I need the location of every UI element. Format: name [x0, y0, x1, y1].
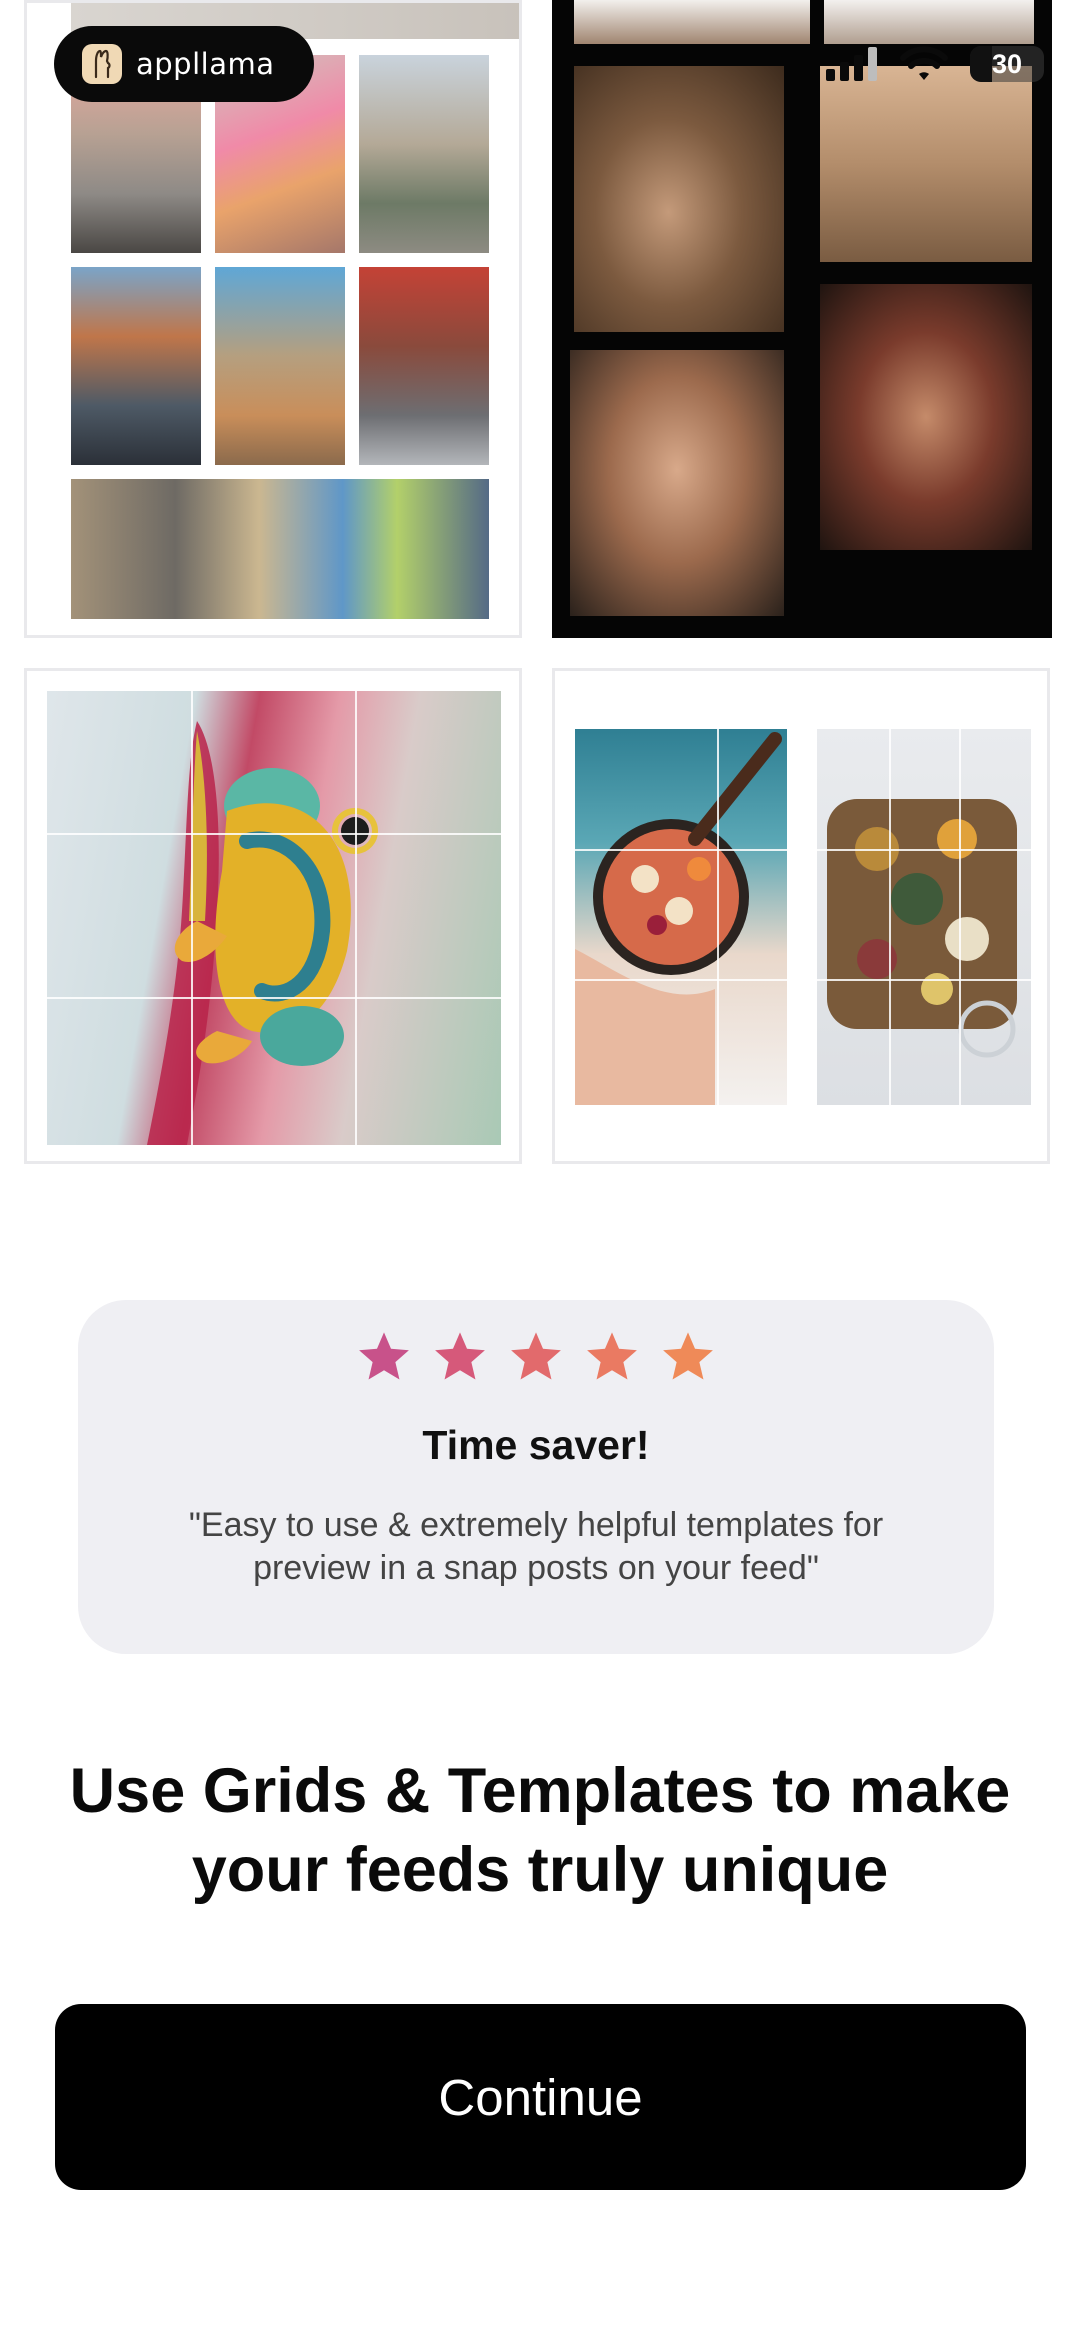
platter-photo — [817, 729, 1031, 1105]
review-title: Time saver! — [422, 1422, 650, 1468]
status-bar: 30 — [826, 46, 1044, 82]
portrait-photo — [820, 66, 1032, 262]
portrait-photo — [824, 0, 1034, 44]
review-card: Time saver! "Easy to use & extremely hel… — [78, 1300, 994, 1654]
star-icon — [511, 1332, 561, 1380]
frog-photo — [47, 691, 501, 1145]
bowl-photo — [575, 729, 787, 1105]
battery-percent: 30 — [991, 48, 1023, 79]
logo: appllama — [54, 26, 314, 102]
star-icon — [435, 1332, 485, 1380]
battery-fill — [970, 46, 993, 82]
headline: Use Grids & Templates to make your feeds… — [69, 1756, 1011, 1905]
portrait-photo — [820, 284, 1032, 550]
battery-icon: 30 — [970, 46, 1044, 82]
template-food-grid[interactable] — [552, 668, 1050, 1164]
cellular-signal-icon — [826, 47, 877, 81]
city-photo — [215, 267, 345, 465]
star-icon — [663, 1332, 713, 1380]
wifi-icon — [900, 46, 948, 80]
city-photo — [359, 55, 489, 253]
city-photo — [71, 479, 489, 619]
portrait-photo — [574, 66, 784, 332]
rating-stars — [78, 1328, 994, 1386]
logo-text: appllama — [136, 47, 275, 81]
city-photo — [359, 267, 489, 465]
city-photo — [71, 267, 201, 465]
star-icon — [587, 1332, 637, 1380]
star-icon — [359, 1332, 409, 1380]
portrait-photo — [570, 350, 784, 616]
template-portrait-collage[interactable] — [552, 0, 1052, 638]
review-quote: "Easy to use & extremely helpful templat… — [188, 1506, 884, 1587]
continue-button[interactable]: Continue — [55, 2004, 1026, 2190]
portrait-photo — [574, 0, 810, 44]
template-frog-grid[interactable] — [24, 668, 522, 1164]
llama-logo-icon — [82, 44, 122, 84]
